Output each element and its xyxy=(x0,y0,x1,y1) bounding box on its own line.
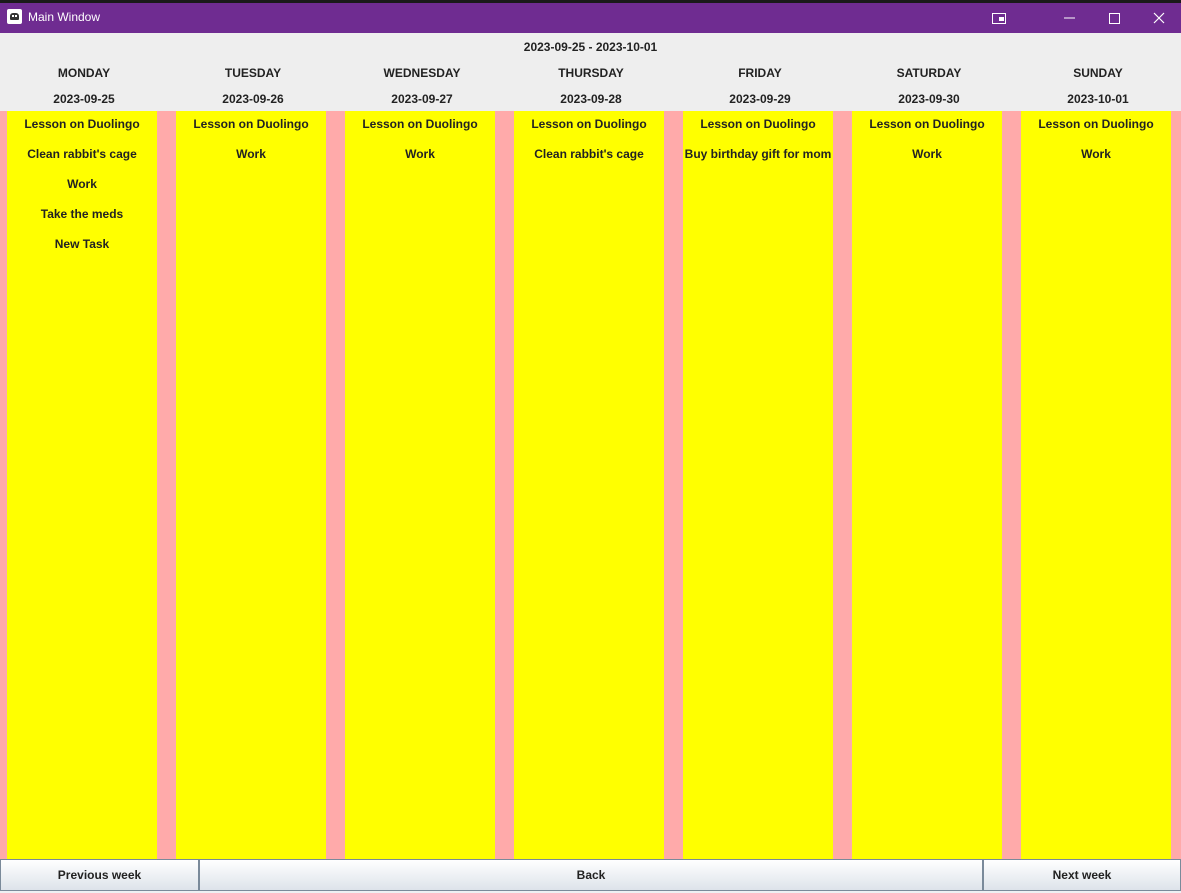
task-item[interactable]: Lesson on Duolingo xyxy=(176,117,326,131)
task-item[interactable]: Buy birthday gift for mom xyxy=(683,147,833,161)
back-button[interactable]: Back xyxy=(199,859,983,891)
day-date-tuesday: 2023-09-26 xyxy=(222,92,284,106)
close-icon xyxy=(1153,12,1165,24)
day-name-monday: MONDAY xyxy=(57,66,111,80)
task-item[interactable]: Work xyxy=(7,177,157,191)
task-item[interactable]: New Task xyxy=(7,237,157,251)
snap-button[interactable] xyxy=(976,3,1022,33)
minimize-icon xyxy=(1063,17,1075,19)
task-item[interactable]: Lesson on Duolingo xyxy=(1021,117,1171,131)
day-column-saturday[interactable]: Lesson on Duolingo Work xyxy=(852,111,1002,859)
maximize-button[interactable] xyxy=(1091,3,1137,33)
task-item[interactable]: Clean rabbit's cage xyxy=(7,147,157,161)
day-column-friday[interactable]: Lesson on Duolingo Buy birthday gift for… xyxy=(683,111,833,859)
minimize-button[interactable] xyxy=(1046,3,1092,33)
day-name-tuesday: TUESDAY xyxy=(224,66,282,80)
task-item[interactable]: Work xyxy=(176,147,326,161)
close-button[interactable] xyxy=(1136,3,1181,33)
task-item[interactable]: Clean rabbit's cage xyxy=(514,147,664,161)
window-title: Main Window xyxy=(28,10,101,24)
day-date-thursday: 2023-09-28 xyxy=(560,92,622,106)
next-week-button[interactable]: Next week xyxy=(983,859,1181,891)
previous-week-button[interactable]: Previous week xyxy=(0,859,199,891)
week-board: Lesson on Duolingo Clean rabbit's cage W… xyxy=(0,111,1181,859)
week-header: 2023-09-25 - 2023-10-01 MONDAY TUESDAY W… xyxy=(0,33,1181,111)
day-column-tuesday[interactable]: Lesson on Duolingo Work xyxy=(176,111,326,859)
title-bar[interactable]: Main Window xyxy=(0,0,1181,33)
day-column-thursday[interactable]: Lesson on Duolingo Clean rabbit's cage xyxy=(514,111,664,859)
snap-icon xyxy=(992,12,1006,24)
day-date-monday: 2023-09-25 xyxy=(53,92,115,106)
day-date-friday: 2023-09-29 xyxy=(729,92,791,106)
app-icon xyxy=(7,9,22,24)
task-item[interactable]: Lesson on Duolingo xyxy=(683,117,833,131)
week-range: 2023-09-25 - 2023-10-01 xyxy=(523,40,658,54)
task-item[interactable]: Lesson on Duolingo xyxy=(345,117,495,131)
task-item[interactable]: Work xyxy=(345,147,495,161)
task-item[interactable]: Lesson on Duolingo xyxy=(7,117,157,131)
task-item[interactable]: Lesson on Duolingo xyxy=(852,117,1002,131)
maximize-icon xyxy=(1108,12,1120,24)
task-item[interactable]: Work xyxy=(852,147,1002,161)
day-date-sunday: 2023-10-01 xyxy=(1067,92,1129,106)
day-date-wednesday: 2023-09-27 xyxy=(391,92,453,106)
day-column-monday[interactable]: Lesson on Duolingo Clean rabbit's cage W… xyxy=(7,111,157,859)
task-item[interactable]: Take the meds xyxy=(7,207,157,221)
footer-bar: Previous week Back Next week xyxy=(0,859,1181,893)
day-name-thursday: THURSDAY xyxy=(558,66,624,80)
task-item[interactable]: Lesson on Duolingo xyxy=(514,117,664,131)
day-name-saturday: SATURDAY xyxy=(896,66,962,80)
day-name-sunday: SUNDAY xyxy=(1073,66,1123,80)
day-column-sunday[interactable]: Lesson on Duolingo Work xyxy=(1021,111,1171,859)
day-name-wednesday: WEDNESDAY xyxy=(383,66,461,80)
day-date-saturday: 2023-09-30 xyxy=(898,92,960,106)
day-name-friday: FRIDAY xyxy=(738,66,782,80)
task-item[interactable]: Work xyxy=(1021,147,1171,161)
day-column-wednesday[interactable]: Lesson on Duolingo Work xyxy=(345,111,495,859)
